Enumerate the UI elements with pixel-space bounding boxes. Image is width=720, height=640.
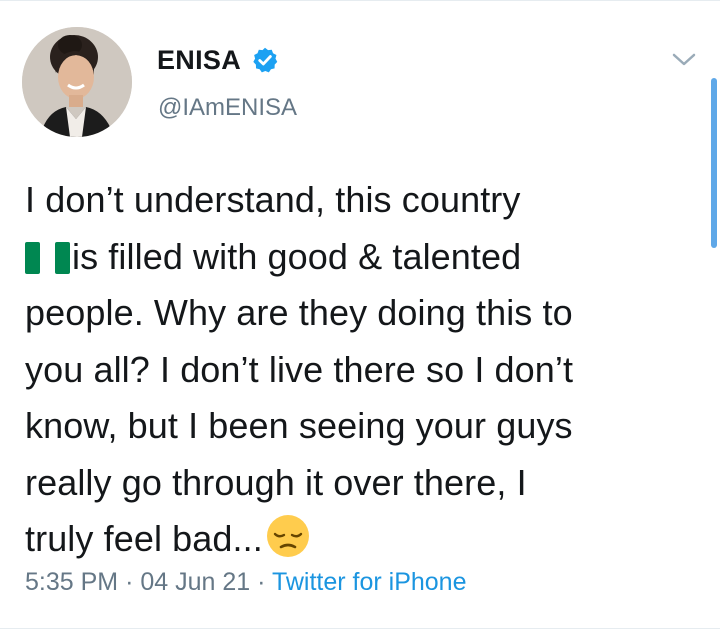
meta-separator: · bbox=[125, 568, 134, 596]
top-divider bbox=[0, 0, 720, 1]
tweet-line-text: truly feel bad... bbox=[25, 518, 263, 559]
name-row: ENISA bbox=[157, 42, 279, 78]
tweet-time: 5:35 PM bbox=[25, 568, 119, 596]
tweet-line: you all? I don’t live there so I don’t bbox=[25, 348, 574, 390]
tweet-date: 04 Jun 21 bbox=[140, 568, 251, 596]
meta-separator: · bbox=[257, 568, 266, 596]
pensive-face-icon bbox=[265, 513, 311, 559]
tweet-line-text: is filled with good & talented bbox=[72, 235, 522, 277]
tweet-line: people. Why are they doing this to bbox=[25, 292, 573, 333]
verified-badge-icon bbox=[251, 46, 279, 74]
tweet-line: is filled with good & talented bbox=[25, 229, 705, 286]
tweet-line: truly feel bad... bbox=[25, 511, 705, 568]
nigeria-flag-icon bbox=[25, 234, 70, 274]
tweet-card: ENISA @IAmENISA I don’t understand, this… bbox=[0, 0, 720, 640]
tweet-line: know, but I been seeing your guys bbox=[25, 405, 573, 446]
display-name[interactable]: ENISA bbox=[157, 45, 241, 76]
tweet-meta: 5:35 PM · 04 Jun 21 · Twitter for iPhone bbox=[25, 568, 466, 597]
tweet-source-link[interactable]: Twitter for iPhone bbox=[272, 568, 467, 596]
chevron-down-icon[interactable] bbox=[670, 50, 698, 70]
tweet-line: really go through it over there, I bbox=[25, 461, 527, 503]
user-handle[interactable]: @IAmENISA bbox=[158, 94, 297, 122]
scrollbar[interactable] bbox=[711, 78, 717, 248]
tweet-text: I don’t understand, this country is fill… bbox=[25, 172, 705, 568]
avatar[interactable] bbox=[22, 27, 132, 137]
bottom-divider bbox=[0, 628, 720, 629]
tweet-line: I don’t understand, this country bbox=[25, 179, 521, 220]
